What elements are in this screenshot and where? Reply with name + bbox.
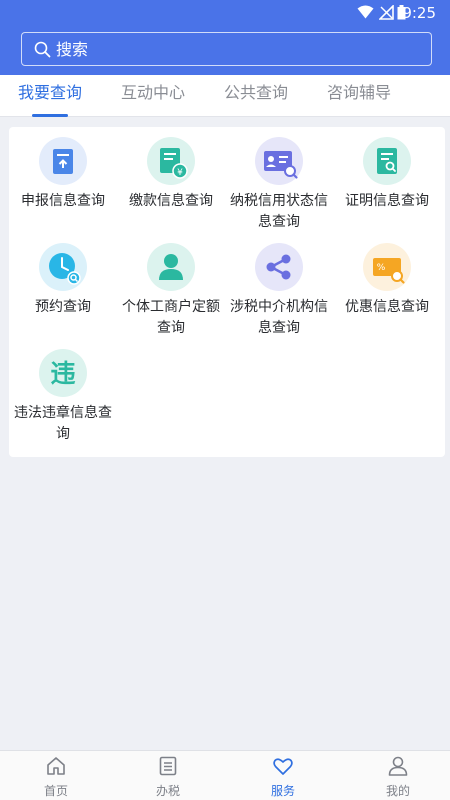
tab-my-query[interactable]: 我要查询 — [10, 75, 90, 117]
grid-item-label: 纳税信用状态信息查询 — [230, 193, 328, 230]
tab-label: 公共查询 — [223, 83, 288, 102]
grid-item-label: 个体工商户定额查询 — [122, 299, 220, 336]
grid-item-appointment-query[interactable]: 预约查询 — [9, 233, 117, 318]
violation-char-icon: 违 — [50, 359, 75, 388]
svg-text:¥: ¥ — [177, 168, 183, 178]
grid-item-label: 缴款信息查询 — [129, 193, 213, 209]
user-icon — [388, 756, 408, 776]
grid-item-label: 违法违章信息查询 — [14, 405, 112, 442]
grid-item-declaration-query[interactable]: 申报信息查询 — [9, 127, 117, 212]
nav-service[interactable]: 服务 — [227, 755, 339, 799]
grid-item-violation-query[interactable]: 违 违法违章信息查询 — [9, 339, 117, 445]
grid-item-label: 预约查询 — [35, 299, 91, 315]
nav-tax[interactable]: 办税 — [112, 755, 224, 799]
tab-interaction-center[interactable]: 互动中心 — [113, 75, 193, 117]
search-input[interactable] — [56, 35, 416, 63]
signal-off-icon — [379, 5, 394, 20]
bottom-nav: 首页 办税 服务 我的 — [0, 750, 450, 800]
declaration-doc-icon — [53, 149, 73, 174]
svg-text:%: % — [377, 263, 386, 273]
search-bar[interactable] — [21, 32, 432, 66]
nav-label: 首页 — [43, 784, 68, 798]
header: 9:25 — [0, 0, 450, 75]
tab-label: 互动中心 — [120, 83, 185, 102]
grid-item-discount-query[interactable]: % 优惠信息查询 — [333, 233, 441, 318]
certificate-search-icon — [377, 148, 397, 174]
nav-mine[interactable]: 我的 — [342, 755, 450, 799]
nav-label: 办税 — [155, 784, 180, 798]
person-icon — [159, 254, 183, 280]
tab-public-query[interactable]: 公共查询 — [216, 75, 296, 117]
status-time: 9:25 — [402, 4, 436, 22]
grid-item-certificate-query[interactable]: 证明信息查询 — [333, 127, 441, 212]
grid-item-credit-status-query[interactable]: 纳税信用状态信息查询 — [225, 127, 333, 233]
grid-item-tax-agency-query[interactable]: 涉税中介机构信息查询 — [225, 233, 333, 339]
nav-home[interactable]: 首页 — [0, 755, 112, 799]
search-icon — [34, 41, 51, 58]
grid-item-individual-quota-query[interactable]: 个体工商户定额查询 — [117, 233, 225, 339]
share-network-icon — [266, 254, 291, 280]
tab-bar: 我要查询 互动中心 公共查询 咨询辅导 — [0, 75, 450, 117]
grid-item-label: 优惠信息查询 — [345, 299, 429, 315]
tab-active-indicator — [32, 114, 68, 117]
tab-label: 咨询辅导 — [326, 83, 391, 102]
credit-card-search-icon — [264, 151, 298, 179]
clock-search-icon — [49, 253, 81, 285]
nav-label: 服务 — [270, 784, 295, 798]
violation-glyph: 违 — [50, 359, 75, 388]
wifi-icon — [357, 5, 374, 19]
grid-item-label: 涉税中介机构信息查询 — [230, 299, 328, 336]
query-grid-card: 申报信息查询 ¥ 缴款信息查询 纳税信用状态信息查询 证明信息查询 预约查询 个… — [9, 127, 445, 457]
status-bar: 9:25 — [0, 0, 450, 26]
discount-coupon-icon: % — [373, 258, 405, 284]
heart-icon — [273, 758, 293, 775]
grid-item-label: 申报信息查询 — [21, 193, 105, 209]
payment-doc-icon: ¥ — [160, 148, 188, 179]
grid-item-label: 证明信息查询 — [345, 193, 429, 209]
nav-label: 我的 — [385, 784, 410, 798]
list-icon — [159, 756, 177, 776]
home-icon — [47, 757, 65, 775]
tab-consult-guidance[interactable]: 咨询辅导 — [319, 75, 399, 117]
grid-item-payment-query[interactable]: ¥ 缴款信息查询 — [117, 127, 225, 212]
tab-label: 我要查询 — [17, 83, 82, 102]
